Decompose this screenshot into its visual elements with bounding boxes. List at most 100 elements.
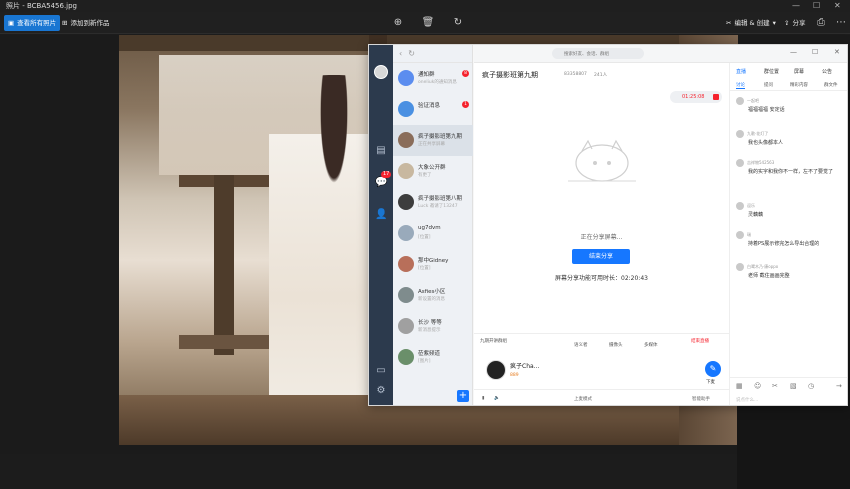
- settings-icon[interactable]: ⚙: [375, 385, 387, 397]
- zoom-in-icon[interactable]: ⊕: [391, 16, 405, 30]
- conversation-item[interactable]: 那中Gidney [位置]: [393, 249, 473, 280]
- conversation-name: 那中Gidney: [418, 258, 449, 264]
- app-maximize-button[interactable]: ☐: [812, 48, 818, 56]
- conversation-item[interactable]: 疯子摄影班第八期 Luck 邀请了13247: [393, 187, 473, 218]
- conversation-preview: Luck 邀请了13247: [418, 204, 458, 209]
- presenter-avatar[interactable]: [486, 360, 506, 380]
- contacts-icon[interactable]: 👤: [375, 209, 387, 221]
- sharing-mascot-icon: [568, 139, 636, 182]
- conversation-name: 验证消息: [418, 103, 441, 109]
- add-photo-icon: ⊞: [62, 19, 68, 27]
- share-group-label[interactable]: 九期开讲群组: [480, 338, 507, 344]
- end-live-button[interactable]: 结束直播: [691, 338, 709, 344]
- conversation-preview: 正在共享屏幕: [418, 142, 445, 147]
- feedback-icon[interactable]: ▭: [375, 365, 387, 377]
- conversation-name: 疯子摄影班第九期: [418, 134, 463, 140]
- delete-icon[interactable]: 🗑: [421, 16, 435, 30]
- conversation-item[interactable]: 验证消息 1: [393, 94, 473, 125]
- conversation-avatar: [398, 132, 414, 148]
- side-top-tab-screen[interactable]: 屏幕: [794, 68, 804, 75]
- more-icon[interactable]: ⋯: [834, 16, 848, 30]
- conversation-preview: [位置]: [418, 266, 431, 271]
- unread-badge: 17: [381, 171, 392, 178]
- tab-discussion[interactable]: 讨论: [736, 82, 745, 89]
- photo-toolbar: ▣ 查看所有照片 ⊞ 添加到新作品 ⊕ 🗑 ↻ ✂ 编辑 & 创建 ▾ ⇪ 分享…: [0, 12, 850, 34]
- refresh-icon[interactable]: ↻: [408, 49, 415, 58]
- message-text: 灵藕藕: [748, 212, 764, 218]
- history-icon[interactable]: ◷: [808, 382, 814, 390]
- conversation-avatar: [398, 287, 414, 303]
- message-avatar[interactable]: [736, 130, 744, 138]
- app-minimize-button[interactable]: —: [790, 48, 797, 56]
- recording-timer: 01:25:08: [670, 91, 722, 103]
- presenter-panel: 疯子Cha... 889 ✎ 下麦: [474, 347, 729, 389]
- close-button[interactable]: ✕: [834, 0, 841, 12]
- image-icon[interactable]: ▧: [790, 382, 797, 390]
- message-sender: 逗乐: [747, 203, 755, 208]
- minimize-button[interactable]: —: [792, 0, 800, 12]
- conversation-item[interactable]: 长沙 等等新消息提示: [393, 311, 473, 342]
- photo-icon: ▣: [8, 19, 15, 27]
- scissors-icon[interactable]: ✂: [772, 382, 778, 390]
- mic-mode-button[interactable]: 上麦模式: [574, 396, 592, 402]
- message-text: 持着PS展示修完怎么导出合理的: [748, 241, 820, 247]
- edit-icon: ✂: [726, 19, 732, 27]
- conversation-item[interactable]: 大象公开群 有更了: [393, 156, 473, 187]
- chat-icon[interactable]: 💬: [375, 177, 387, 189]
- conversation-item[interactable]: Asfies小区 新设置的消息: [393, 280, 473, 311]
- tab-questions[interactable]: 提问: [764, 82, 773, 88]
- add-to-creation-button[interactable]: ⊞ 添加到新作品: [58, 15, 113, 31]
- message-avatar[interactable]: [736, 231, 744, 239]
- message-text: 我也头像都本人: [748, 140, 784, 146]
- window-titlebar: 照片 - BCBA5456.jpg: [0, 0, 850, 12]
- chat-app-window: ▤ 💬 17 👤 ▭ ⚙ ‹ ↻ 通知群 oneliuk的通知消息 8 验证消息 1 疯子…: [368, 44, 848, 406]
- conversation-item[interactable]: ug7dvm [位置]: [393, 218, 473, 249]
- tab-files[interactable]: 群文件: [824, 82, 838, 88]
- message-avatar[interactable]: [736, 97, 744, 105]
- chat-header: 疯子摄影班第九期 83358807 241人: [474, 63, 729, 85]
- send-icon[interactable]: →: [836, 382, 842, 390]
- add-conversation-button[interactable]: +: [457, 390, 469, 402]
- message-avatar[interactable]: [736, 202, 744, 210]
- message-sender: 白鹭木乃·康oppo: [747, 264, 779, 269]
- side-top-tab-live[interactable]: 直播: [736, 68, 746, 75]
- leave-mic-button[interactable]: ✎: [705, 361, 721, 377]
- edit-create-label: 编辑 & 创建: [734, 19, 770, 27]
- share-icon: ⇪: [784, 19, 790, 27]
- speaker-icon[interactable]: 🔈: [494, 396, 500, 401]
- side-top-tab-position[interactable]: 群位置: [764, 68, 779, 75]
- edit-create-button[interactable]: ✂ 编辑 & 创建 ▾: [722, 15, 780, 31]
- member-count: 241人: [594, 73, 608, 78]
- print-icon[interactable]: ⎙: [814, 16, 828, 30]
- end-share-button[interactable]: 结束分享: [572, 249, 630, 264]
- side-panel: 直播 群位置 屏幕 公告 讨论 提问 精彩内容 群文件 一起吧 福福福福 安定话九…: [729, 63, 847, 405]
- maximize-button[interactable]: ☐: [813, 0, 820, 12]
- conversation-item[interactable]: 莅紫频道 [图片]: [393, 342, 473, 373]
- conversation-name: 疯子摄影班第八期: [418, 196, 463, 202]
- gift-icon[interactable]: ▦: [736, 382, 743, 390]
- leave-mic-label: 下麦: [706, 380, 715, 385]
- side-top-tab-notice[interactable]: 公告: [822, 68, 832, 75]
- share-button[interactable]: ⇪ 分享: [780, 15, 809, 31]
- conversation-item[interactable]: 疯子摄影班第九期 正在共享屏幕: [393, 125, 473, 156]
- group-id: 83358807: [564, 72, 587, 77]
- chevron-down-icon: ▾: [772, 19, 776, 27]
- compose-input[interactable]: 说点什么...: [736, 397, 758, 403]
- live-control-bar: 九期开讲群组 语义者 摄像头 多媒体 结束直播: [474, 333, 729, 348]
- user-avatar[interactable]: [374, 65, 388, 79]
- book-icon[interactable]: ▤: [375, 145, 387, 157]
- conversation-name: 长沙 等等: [418, 320, 442, 326]
- view-all-photos-button[interactable]: ▣ 查看所有照片: [4, 15, 61, 31]
- conversation-preview: 新消息提示: [418, 328, 441, 333]
- tab-highlights[interactable]: 精彩内容: [790, 82, 808, 88]
- search-input[interactable]: [552, 48, 644, 59]
- message-avatar[interactable]: [736, 159, 744, 167]
- back-icon[interactable]: ‹: [399, 49, 402, 58]
- stop-record-icon[interactable]: [713, 94, 719, 100]
- message-avatar[interactable]: [736, 263, 744, 271]
- app-close-button[interactable]: ✕: [834, 48, 840, 56]
- conversation-item[interactable]: 通知群 oneliuk的通知消息 8: [393, 63, 473, 94]
- rotate-icon[interactable]: ↻: [451, 16, 465, 30]
- emoji-icon[interactable]: ☺: [754, 382, 761, 390]
- assistant-button[interactable]: 智能助手: [692, 396, 710, 402]
